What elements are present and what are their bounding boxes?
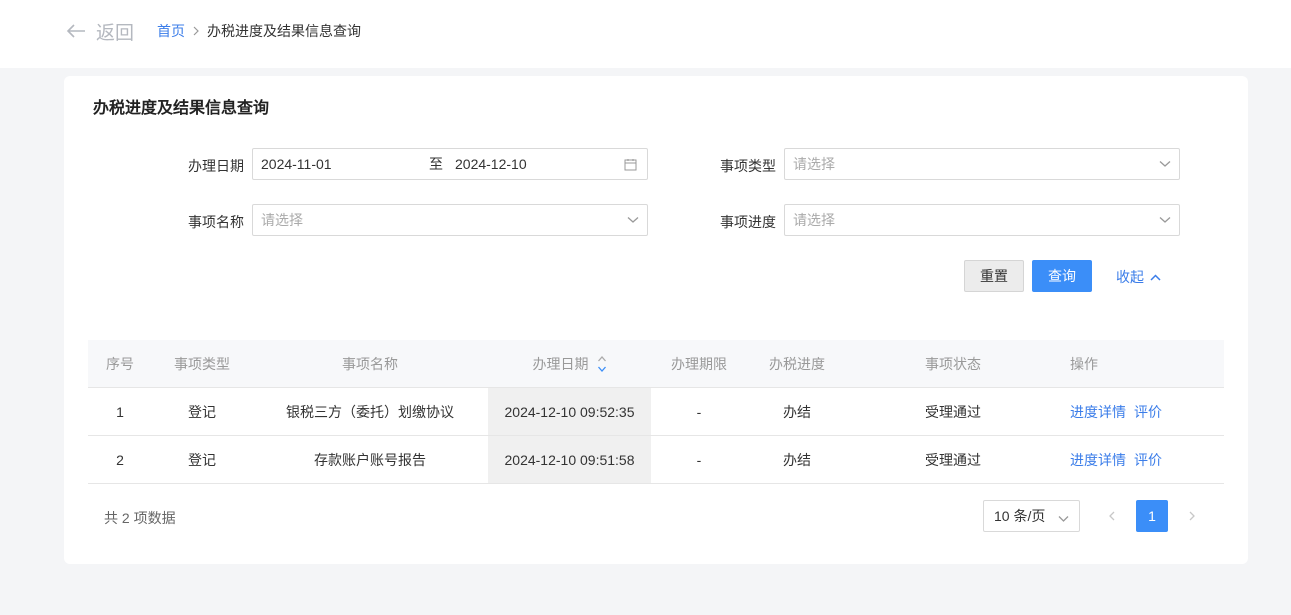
- col-type: 事项类型: [174, 355, 230, 372]
- progress-placeholder: 请选择: [793, 212, 835, 228]
- cell-name: 存款账户账号报告: [314, 451, 426, 468]
- type-placeholder: 请选择: [793, 156, 835, 172]
- cell-type: 登记: [188, 451, 216, 468]
- total-count: 共 2 项数据: [104, 510, 176, 526]
- page-size-select[interactable]: 10 条/页: [983, 500, 1080, 532]
- date-range-picker[interactable]: 2024-11-01 至 2024-12-10: [252, 148, 648, 180]
- query-button[interactable]: 查询: [1032, 260, 1092, 292]
- breadcrumb-home[interactable]: 首页: [157, 21, 185, 41]
- col-actions: 操作: [1070, 355, 1098, 372]
- results-table: 序号 事项类型 事项名称 办理日期 办理期限 办税进度 事项状态 操作 1 登记…: [88, 340, 1224, 484]
- cell-index: 1: [116, 403, 124, 420]
- chevron-right-icon: [193, 26, 199, 36]
- chevron-up-icon: [1150, 273, 1161, 281]
- chevron-down-icon: [627, 216, 639, 224]
- progress-select[interactable]: 请选择: [784, 204, 1180, 236]
- chevron-down-icon: [1159, 216, 1171, 224]
- sort-icon[interactable]: [597, 354, 607, 374]
- date-label: 办理日期: [188, 158, 244, 174]
- progress-detail-link[interactable]: 进度详情: [1070, 402, 1126, 422]
- table-row: 1 登记 银税三方（委托）划缴协议 2024-12-10 09:52:35 - …: [88, 388, 1224, 436]
- cell-actions: 进度详情 评价: [1070, 436, 1210, 483]
- collapse-toggle[interactable]: 收起: [1116, 267, 1161, 287]
- cell-status: 受理通过: [925, 451, 981, 468]
- date-start[interactable]: 2024-11-01: [261, 156, 332, 172]
- type-label: 事项类型: [720, 158, 776, 174]
- rate-link[interactable]: 评价: [1134, 450, 1162, 470]
- date-separator: 至: [429, 156, 443, 172]
- col-name: 事项名称: [342, 355, 398, 372]
- next-page-button[interactable]: [1184, 500, 1200, 532]
- cell-status: 受理通过: [925, 403, 981, 420]
- chevron-down-icon: [1058, 510, 1069, 526]
- type-select[interactable]: 请选择: [784, 148, 1180, 180]
- back-button[interactable]: 返回: [66, 19, 135, 44]
- calendar-icon: [624, 158, 637, 174]
- col-date[interactable]: 办理日期: [488, 340, 651, 387]
- cell-name: 银税三方（委托）划缴协议: [286, 403, 454, 420]
- name-label: 事项名称: [188, 214, 244, 230]
- chevron-left-icon: [1109, 511, 1115, 521]
- col-status: 事项状态: [925, 355, 981, 372]
- col-date-label: 办理日期: [532, 355, 589, 372]
- progress-label: 事项进度: [720, 214, 776, 230]
- top-bar: 返回 首页 办税进度及结果信息查询: [0, 0, 1291, 68]
- col-index: 序号: [106, 355, 134, 372]
- chevron-right-icon: [1189, 511, 1195, 521]
- cell-deadline: -: [696, 403, 702, 420]
- breadcrumb-current: 办税进度及结果信息查询: [207, 23, 361, 39]
- cell-actions: 进度详情 评价: [1070, 388, 1210, 435]
- cell-deadline: -: [696, 451, 702, 468]
- collapse-label: 收起: [1116, 269, 1144, 285]
- arrow-left-icon: [66, 24, 85, 38]
- breadcrumb: 首页 办税进度及结果信息查询: [157, 22, 361, 40]
- page-title: 办税进度及结果信息查询: [93, 100, 270, 117]
- page-size-value: 10 条/页: [994, 508, 1046, 524]
- page-number-button[interactable]: 1: [1136, 500, 1168, 532]
- table-row: 2 登记 存款账户账号报告 2024-12-10 09:51:58 - 办结 受…: [88, 436, 1224, 484]
- table-header: 序号 事项类型 事项名称 办理日期 办理期限 办税进度 事项状态 操作: [88, 340, 1224, 388]
- chevron-down-icon: [1159, 160, 1171, 168]
- query-card: 办税进度及结果信息查询 办理日期 2024-11-01 至 2024-12-10…: [64, 76, 1248, 564]
- col-progress: 办税进度: [769, 355, 825, 372]
- name-placeholder: 请选择: [261, 212, 303, 228]
- cell-type: 登记: [188, 403, 216, 420]
- date-end[interactable]: 2024-12-10: [455, 156, 527, 172]
- back-label: 返回: [96, 22, 135, 44]
- prev-page-button[interactable]: [1104, 500, 1120, 532]
- reset-button[interactable]: 重置: [964, 260, 1024, 292]
- cell-date: 2024-12-10 09:52:35: [504, 403, 635, 420]
- progress-detail-link[interactable]: 进度详情: [1070, 450, 1126, 470]
- rate-link[interactable]: 评价: [1134, 402, 1162, 422]
- cell-progress: 办结: [783, 403, 811, 420]
- cell-progress: 办结: [783, 451, 811, 468]
- col-deadline: 办理期限: [671, 355, 727, 372]
- name-select[interactable]: 请选择: [252, 204, 648, 236]
- cell-date: 2024-12-10 09:51:58: [504, 451, 635, 468]
- cell-index: 2: [116, 451, 124, 468]
